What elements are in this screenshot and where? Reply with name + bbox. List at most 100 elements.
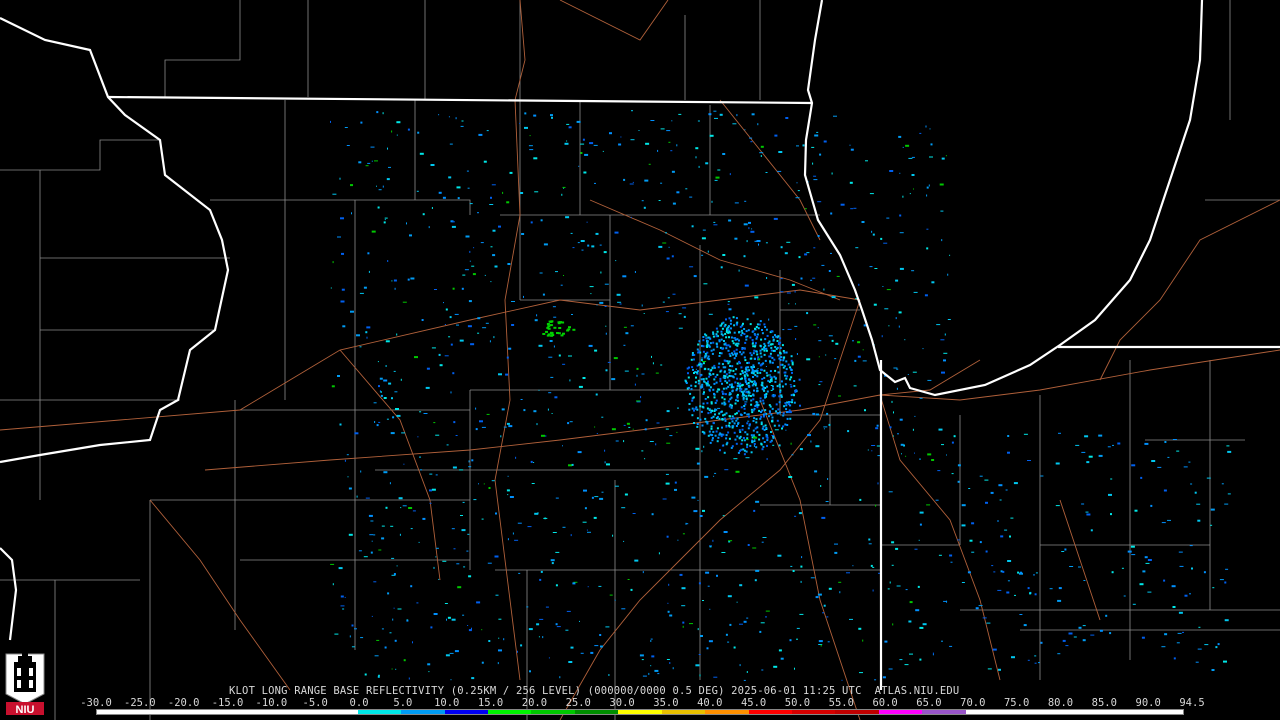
echo-pixel [761,332,764,335]
echo-pixel [705,162,709,165]
echo-pixel [376,111,379,114]
echo-pixel [586,529,588,531]
echo-pixel [488,640,491,642]
echo-pixel [605,325,607,327]
echo-pixel [715,342,718,345]
echo-pixel [539,578,542,581]
echo-pixel [719,113,723,116]
echo-pixel [928,184,930,187]
echo-pixel [862,349,864,351]
echo-pixel [406,619,408,621]
echo-pixel [813,175,817,177]
echo-pixel [694,407,697,410]
echo-pixel [728,424,730,427]
echo-pixel [738,429,741,432]
echo-pixel [831,172,833,175]
echo-pixel [752,330,755,333]
echo-pixel [914,452,915,454]
echo-pixel [562,363,566,365]
echo-pixel [753,417,756,420]
scale-label: 10.0 [434,697,460,709]
echo-pixel [527,526,532,528]
echo-pixel [572,328,576,331]
echo-pixel [380,394,383,397]
echo-pixel [429,473,433,475]
echo-pixel [1224,619,1229,622]
echo-pixel [755,350,758,353]
echo-pixel [770,413,773,416]
echo-pixel [753,436,758,439]
echo-pixel [734,413,737,416]
echo-pixel [366,336,368,339]
echo-pixel [498,637,500,639]
echo-pixel [781,385,784,388]
echo-pixel [455,435,458,436]
echo-pixel [666,130,671,132]
echo-pixel [728,391,731,394]
scale-label: -20.0 [167,697,200,709]
echo-pixel [706,343,709,346]
echo-pixel [507,538,509,541]
echo-pixel [644,179,649,182]
echo-pixel [772,336,775,339]
echo-pixel [765,427,768,429]
echo-pixel [650,665,652,667]
echo-pixel [776,346,779,349]
echo-pixel [699,515,703,517]
echo-pixel [383,471,388,474]
echo-pixel [741,377,743,380]
echo-pixel [749,395,752,397]
echo-pixel [509,171,513,174]
echo-pixel [905,455,907,457]
echo-pixel [382,185,384,188]
echo-pixel [778,444,781,447]
echo-pixel [861,221,865,223]
echo-pixel [926,247,929,250]
echo-pixel [383,379,388,382]
echo-pixel [620,136,622,138]
echo-pixel [526,606,529,608]
echo-pixel [511,324,515,326]
echo-pixel [718,355,721,357]
echo-pixel [769,355,772,358]
echo-pixel [794,667,795,670]
highway [1059,499,1101,621]
echo-pixel [766,390,769,393]
echo-pixel [758,433,761,436]
echo-pixel [566,610,571,612]
echo-pixel [394,391,398,393]
echo-pixel [623,344,626,346]
echo-pixel [765,172,768,173]
echo-pixel [770,385,773,386]
scale-label: 45.0 [740,697,767,709]
echo-pixel [435,547,439,549]
echo-pixel [332,193,337,195]
echo-pixel [358,550,362,552]
echo-pixel [770,349,773,352]
echo-pixel [1197,648,1202,650]
echo-pixel [660,182,663,184]
echo-pixel [391,557,395,559]
echo-pixel [374,421,376,423]
echo-pixel [561,321,565,324]
echo-pixel [1020,571,1022,574]
echo-pixel [771,407,774,410]
echo-pixel [721,396,724,399]
echo-pixel [764,359,767,362]
echo-pixel [587,586,589,588]
echo-pixel [595,232,599,235]
echo-pixel [777,366,779,369]
echo-pixel [340,605,345,607]
echo-pixel [645,419,648,422]
echo-pixel [421,319,424,321]
echo-pixel [744,200,747,202]
echo-pixel [409,234,412,237]
echo-pixel [452,466,457,469]
echo-pixel [779,347,782,350]
echo-pixel [898,325,900,328]
echo-pixel [368,270,370,273]
echo-pixel [723,370,726,373]
echo-pixel [497,662,499,665]
echo-pixel [759,352,762,355]
scale-swatch [140,710,184,714]
